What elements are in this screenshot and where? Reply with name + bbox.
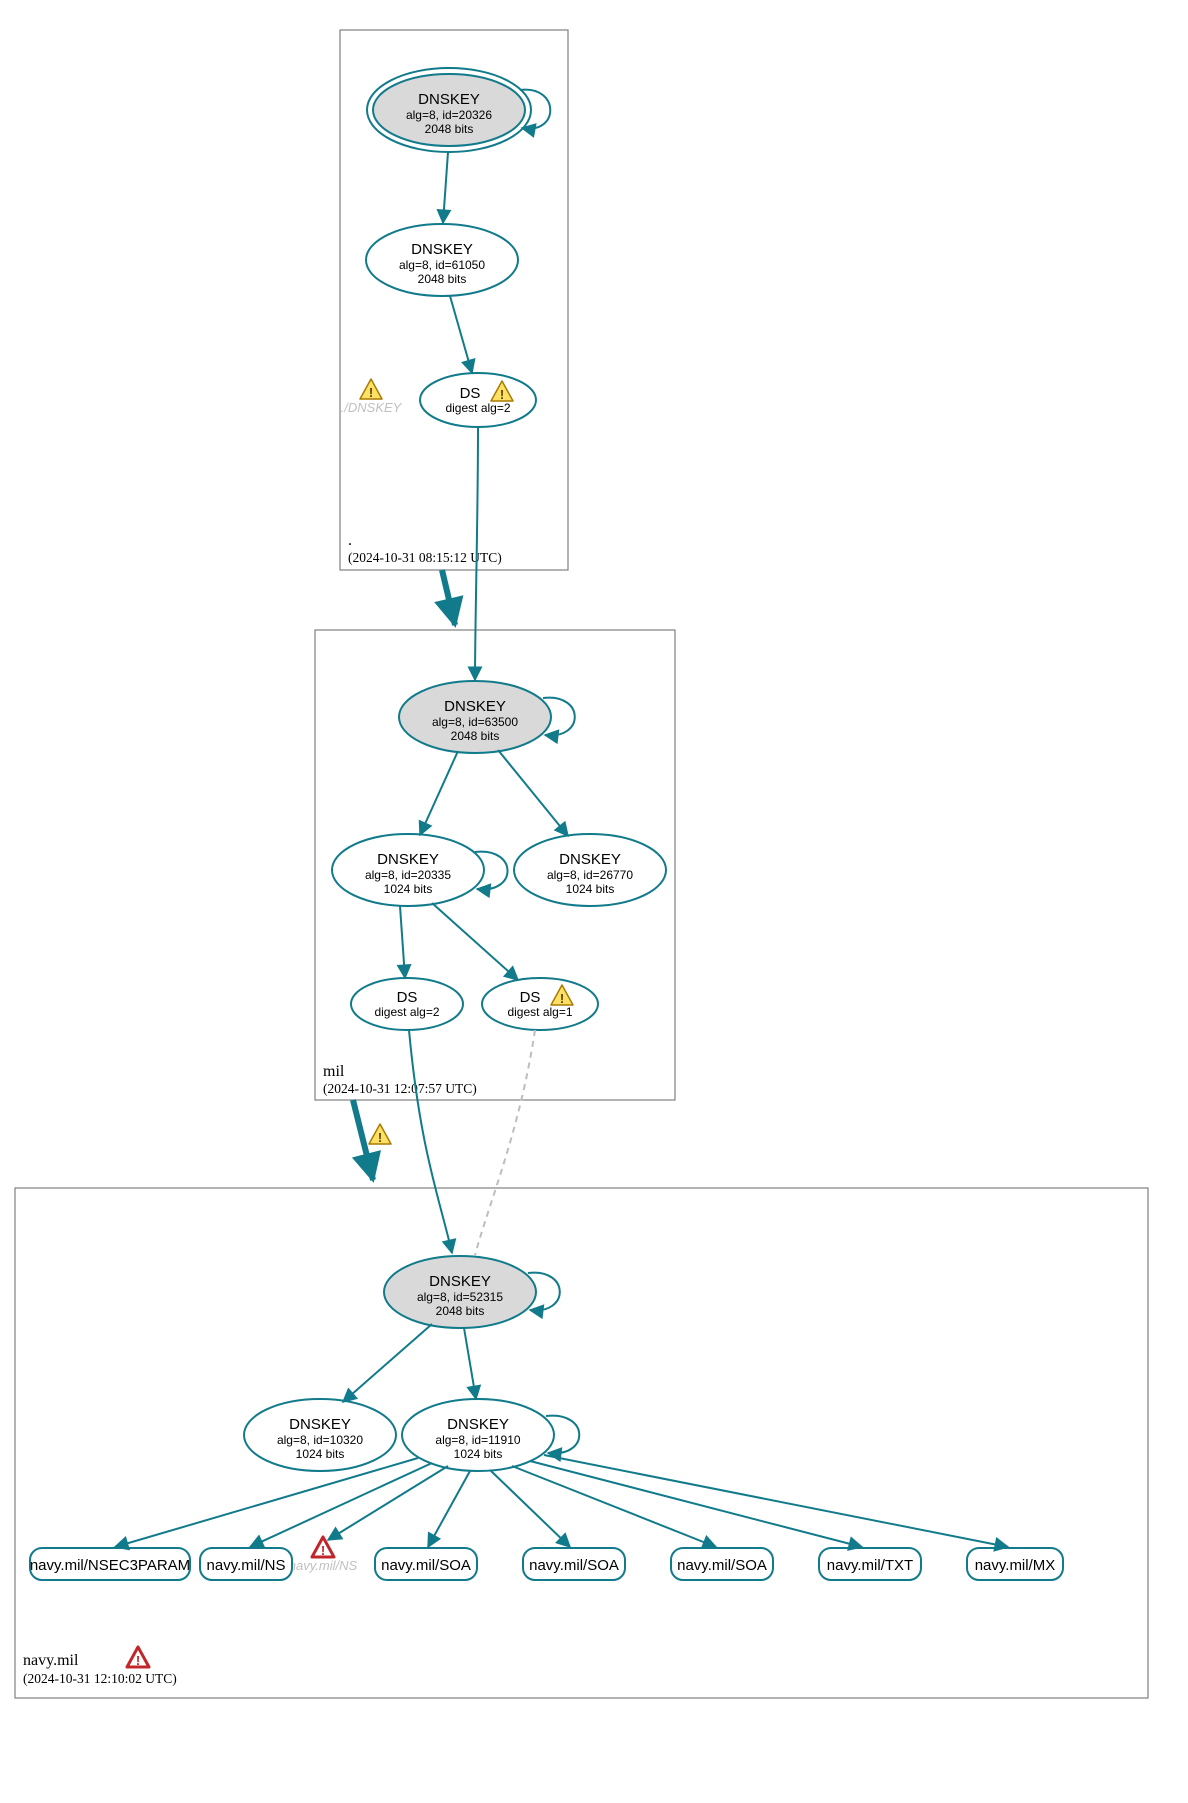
edge — [530, 1461, 862, 1547]
edge — [490, 1470, 570, 1547]
edge — [115, 1458, 418, 1547]
node-mil-ds-title: DS — [460, 385, 481, 402]
edge-rootksk-rootzsk — [443, 152, 448, 223]
rrset-soa-3[interactable]: navy.mil/SOA — [671, 1548, 773, 1580]
zone-ts-mil: (2024-10-31 12:07:57 UTC) — [323, 1081, 477, 1096]
zone-label-root: . — [348, 532, 352, 549]
rr-label: navy.mil/SOA — [677, 1557, 767, 1574]
error-icon[interactable] — [127, 1647, 149, 1668]
edge — [512, 1466, 716, 1547]
node-navy-ds1-title: DS — [520, 989, 541, 1006]
node-navy-zsk2-title: DNSKEY — [447, 1416, 509, 1433]
node-mil-zsk2-bits: 1024 bits — [566, 882, 615, 896]
node-navy-ksk-title: DNSKEY — [429, 1273, 491, 1290]
node-navy-ds2-title: DS — [397, 989, 418, 1006]
node-navy-zsk1-bits: 1024 bits — [296, 1447, 345, 1461]
node-mil-zsk1-bits: 1024 bits — [384, 882, 433, 896]
node-navy-ksk-alg: alg=8, id=52315 — [417, 1290, 503, 1304]
node-mil-zsk1-alg: alg=8, id=20335 — [365, 868, 451, 882]
rr-label: navy.mil/NSEC3PARAM — [30, 1557, 190, 1574]
node-mil-ds[interactable]: DS digest alg=2 — [420, 373, 536, 427]
node-navy-zsk2-bits: 1024 bits — [454, 1447, 503, 1461]
rr-label: navy.mil/MX — [975, 1557, 1056, 1574]
rrset-ns[interactable]: navy.mil/NS — [200, 1548, 292, 1580]
zone-label-mil: mil — [323, 1063, 345, 1080]
node-mil-ksk-alg: alg=8, id=63500 — [432, 715, 518, 729]
node-mil-zsk2-title: DNSKEY — [559, 851, 621, 868]
ghost-navy-ns: navy.mil/NS — [289, 1558, 358, 1573]
node-mil-ksk-bits: 2048 bits — [451, 729, 500, 743]
edge-ds2-navyksk — [409, 1030, 452, 1253]
rrset-mx[interactable]: navy.mil/MX — [967, 1548, 1063, 1580]
node-root-ksk[interactable]: DNSKEY alg=8, id=20326 2048 bits — [367, 68, 531, 152]
error-icon[interactable] — [312, 1537, 334, 1558]
delegation-mil-navy — [353, 1100, 373, 1180]
edge — [544, 1455, 1008, 1547]
node-navy-ksk[interactable]: DNSKEY alg=8, id=52315 2048 bits — [384, 1256, 536, 1328]
node-mil-zsk2-alg: alg=8, id=26770 — [547, 868, 633, 882]
node-mil-ds-alg: digest alg=2 — [445, 401, 510, 415]
node-root-ksk-title: DNSKEY — [418, 91, 480, 108]
edge — [250, 1463, 432, 1547]
node-root-zsk-title: DNSKEY — [411, 241, 473, 258]
zone-ts-root: (2024-10-31 08:15:12 UTC) — [348, 550, 502, 565]
node-mil-zsk1-title: DNSKEY — [377, 851, 439, 868]
edge-navyksk-zsk1 — [343, 1324, 432, 1402]
edge — [428, 1471, 470, 1547]
ghost-root-dnskey: ./DNSKEY — [341, 400, 403, 415]
node-navy-ksk-bits: 2048 bits — [436, 1304, 485, 1318]
rr-label: navy.mil/SOA — [529, 1557, 619, 1574]
delegation-root-mil — [442, 570, 455, 625]
warning-icon[interactable] — [360, 379, 382, 400]
edge-rootzsk-milds — [450, 296, 472, 373]
rr-label: navy.mil/SOA — [381, 1557, 471, 1574]
edge-milksk-zsk2 — [498, 750, 568, 836]
dnssec-graph: ! ! . (2024-10-31 08:15:12 UTC) DNSKEY a… — [0, 0, 1188, 1803]
node-navy-zsk1-alg: alg=8, id=10320 — [277, 1433, 363, 1447]
node-navy-zsk2[interactable]: DNSKEY alg=8, id=11910 1024 bits — [402, 1399, 554, 1471]
node-navy-ds1-alg: digest alg=1 — [507, 1005, 572, 1019]
edge-milzsk1-ds2 — [400, 906, 405, 978]
node-root-zsk-bits: 2048 bits — [418, 272, 467, 286]
node-navy-ds2[interactable]: DS digest alg=2 — [351, 978, 463, 1030]
rrset-txt[interactable]: navy.mil/TXT — [819, 1548, 921, 1580]
zone-ts-navy: (2024-10-31 12:10:02 UTC) — [23, 1671, 177, 1686]
rrset-soa-2[interactable]: navy.mil/SOA — [523, 1548, 625, 1580]
rrset-soa-1[interactable]: navy.mil/SOA — [375, 1548, 477, 1580]
edge-milzsk1-ds1 — [432, 903, 518, 980]
node-mil-zsk2[interactable]: DNSKEY alg=8, id=26770 1024 bits — [514, 834, 666, 906]
warning-icon[interactable] — [369, 1124, 391, 1145]
node-navy-zsk1-title: DNSKEY — [289, 1416, 351, 1433]
edge-ds1-navyksk — [475, 1030, 535, 1255]
node-navy-zsk1[interactable]: DNSKEY alg=8, id=10320 1024 bits — [244, 1399, 396, 1471]
node-root-zsk[interactable]: DNSKEY alg=8, id=61050 2048 bits — [366, 224, 518, 296]
node-mil-ksk-title: DNSKEY — [444, 698, 506, 715]
node-mil-zsk1[interactable]: DNSKEY alg=8, id=20335 1024 bits — [332, 834, 484, 906]
node-navy-ds1[interactable]: DS digest alg=1 — [482, 978, 598, 1030]
node-navy-zsk2-alg: alg=8, id=11910 — [435, 1433, 521, 1447]
zone-label-navy: navy.mil — [23, 1652, 79, 1669]
node-root-ksk-alg: alg=8, id=20326 — [406, 108, 492, 122]
edge-milksk-zsk1 — [420, 751, 458, 835]
rrset-nsec3param[interactable]: navy.mil/NSEC3PARAM — [30, 1548, 190, 1580]
node-root-zsk-alg: alg=8, id=61050 — [399, 258, 485, 272]
node-navy-ds2-alg: digest alg=2 — [374, 1005, 439, 1019]
edge-navyksk-zsk2 — [464, 1328, 476, 1399]
zone-box-navy — [15, 1188, 1148, 1698]
node-root-ksk-bits: 2048 bits — [425, 122, 474, 136]
node-mil-ksk[interactable]: DNSKEY alg=8, id=63500 2048 bits — [399, 681, 551, 753]
rr-label: navy.mil/TXT — [827, 1557, 913, 1574]
rr-label: navy.mil/NS — [207, 1557, 286, 1574]
